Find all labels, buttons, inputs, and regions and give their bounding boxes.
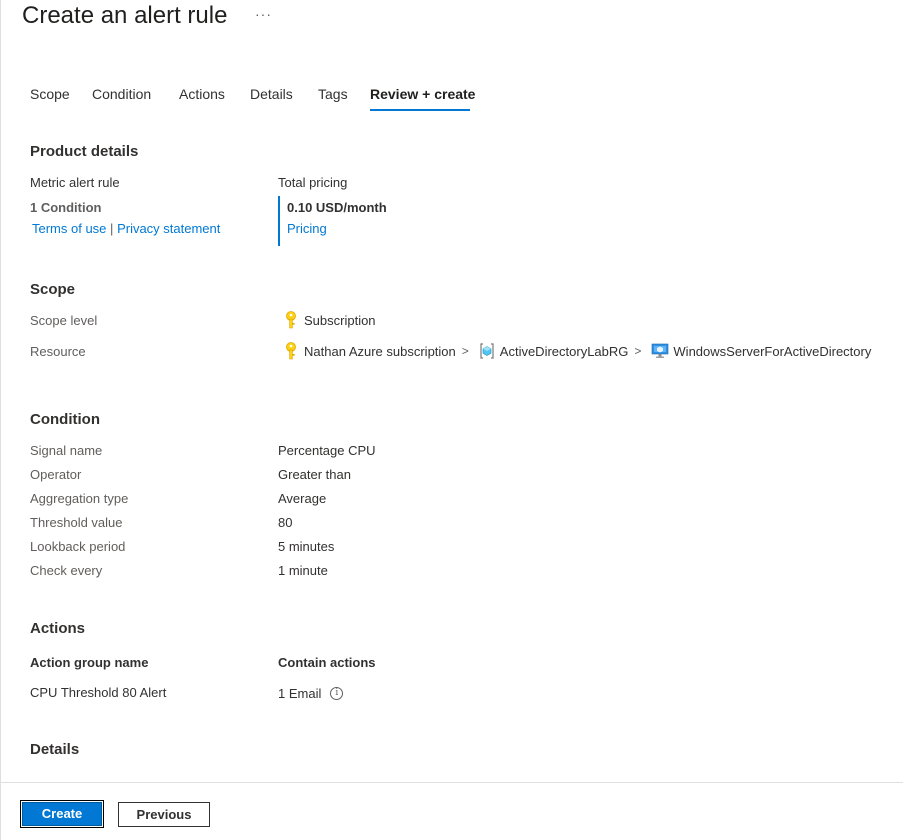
blade-left-border: [0, 0, 1, 840]
tab-actions[interactable]: Actions: [179, 86, 225, 102]
key-icon: [284, 342, 298, 360]
pricing-accent-bar: [278, 196, 280, 246]
condition-count-text: 1 Condition: [30, 200, 102, 215]
tab-condition[interactable]: Condition: [92, 86, 151, 102]
resource-breadcrumb: Nathan Azure subscription > ActiveDirect…: [284, 342, 871, 360]
key-icon: [284, 311, 298, 329]
check-every-label: Check every: [30, 563, 103, 578]
subscription-name[interactable]: Nathan Azure subscription: [304, 344, 456, 359]
action-group-column-header: Action group name: [30, 655, 149, 670]
price-value: 0.10 USD/month: [287, 200, 387, 215]
tab-scope[interactable]: Scope: [30, 86, 70, 102]
contain-actions-column-header: Contain actions: [278, 655, 376, 670]
threshold-value-value: 80: [278, 515, 293, 530]
total-pricing-label: Total pricing: [278, 175, 348, 190]
tab-details[interactable]: Details: [250, 86, 293, 102]
lookback-period-value: 5 minutes: [278, 539, 335, 554]
scope-heading: Scope: [30, 281, 76, 298]
check-every-value: 1 minute: [278, 563, 328, 578]
more-options-icon[interactable]: ···: [255, 6, 272, 22]
condition-heading: Condition: [30, 411, 100, 428]
resource-label: Resource: [30, 344, 86, 359]
privacy-statement-link[interactable]: Privacy statement: [117, 221, 220, 236]
scope-level-text: Subscription: [304, 312, 376, 328]
product-details-heading: Product details: [30, 143, 139, 160]
active-tab-indicator: [370, 109, 470, 111]
scope-level-label: Scope level: [30, 313, 98, 328]
signal-name-value: Percentage CPU: [278, 443, 376, 458]
footer-divider: [0, 782, 903, 783]
tab-tags[interactable]: Tags: [318, 86, 348, 102]
operator-label: Operator: [30, 467, 82, 482]
action-group-name: CPU Threshold 80 Alert: [30, 685, 167, 700]
terms-of-use-link[interactable]: Terms of use: [32, 221, 106, 236]
details-heading: Details: [30, 741, 80, 758]
info-icon[interactable]: i: [330, 687, 344, 700]
aggregation-type-value: Average: [278, 491, 327, 506]
chevron-right-icon: >: [461, 344, 469, 358]
virtual-machine-name[interactable]: WindowsServerForActiveDirectory: [673, 344, 871, 359]
resource-group-name[interactable]: ActiveDirectoryLabRG: [500, 344, 629, 359]
scope-level-value: Subscription: [284, 311, 376, 329]
actions-heading: Actions: [30, 620, 86, 637]
operator-value: Greater than: [278, 467, 351, 482]
virtual-machine-icon: [651, 343, 669, 359]
contain-actions-text: 1 Email: [278, 686, 322, 701]
signal-name-label: Signal name: [30, 443, 103, 458]
legal-links: Terms of use | Privacy statement: [32, 221, 220, 236]
link-separator: |: [110, 221, 114, 236]
resource-group-icon: [479, 343, 495, 359]
contain-actions-value: 1 Email i: [278, 686, 344, 701]
rule-type-text: Metric alert rule: [30, 175, 120, 190]
lookback-period-label: Lookback period: [30, 539, 126, 554]
page-title: Create an alert rule: [22, 2, 228, 29]
create-button[interactable]: Create: [20, 800, 104, 828]
threshold-value-label: Threshold value: [30, 515, 123, 530]
aggregation-type-label: Aggregation type: [30, 491, 129, 506]
chevron-right-icon: >: [634, 344, 642, 358]
pricing-link[interactable]: Pricing: [287, 221, 327, 236]
tab-review-create[interactable]: Review + create: [370, 86, 475, 102]
previous-button[interactable]: Previous: [118, 802, 210, 827]
